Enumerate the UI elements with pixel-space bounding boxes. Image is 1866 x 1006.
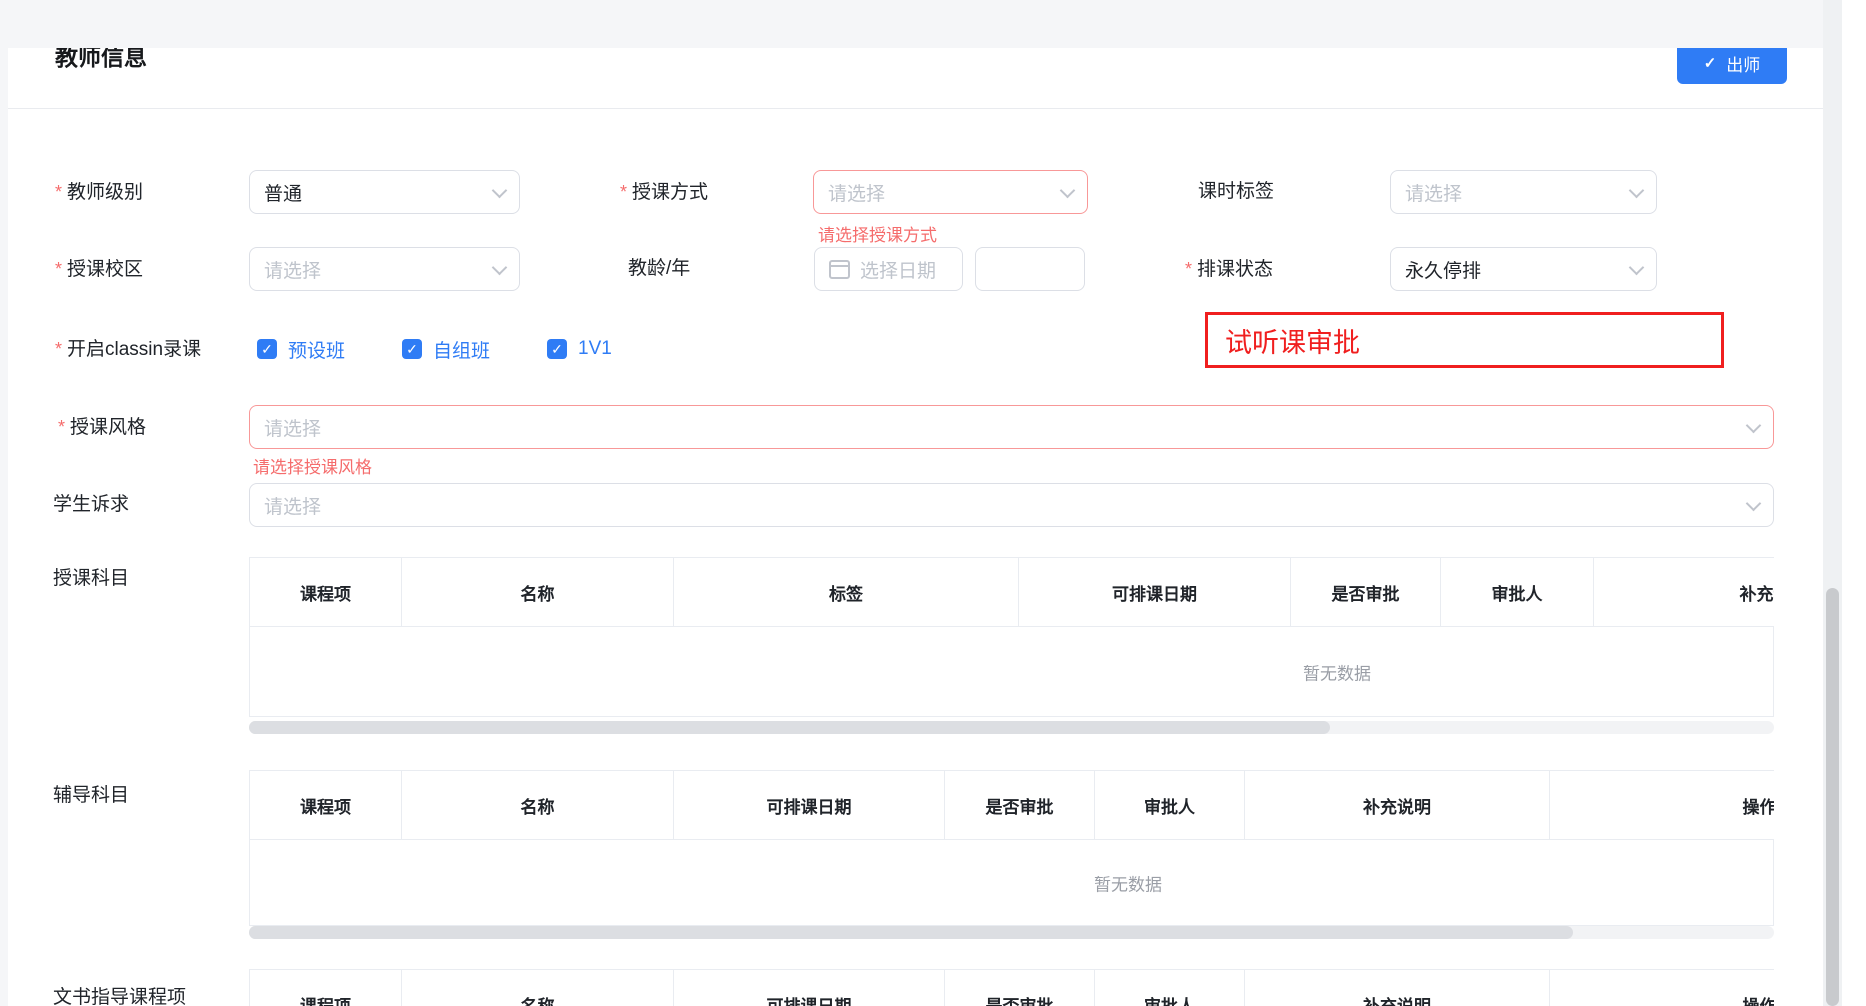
column-header: 审批人 [1095, 970, 1245, 1006]
column-header: 补充说明 [1245, 771, 1550, 839]
writing-guidance-table: 课程项 名称 可排课日期 是否审批 审批人 补充说明 操作 [249, 969, 1774, 1006]
horizontal-scrollbar[interactable] [249, 721, 1774, 734]
required-asterisk: * [55, 182, 62, 202]
column-header: 是否审批 [945, 771, 1095, 839]
writing-guidance-label: 文书指导课程项 [53, 982, 186, 1006]
empty-placeholder: 暂无数据 [1094, 870, 1162, 895]
column-header: 补充说明 [1594, 558, 1774, 626]
table-body: 暂无数据 [249, 840, 1774, 926]
teacher-level-label: *教师级别 [55, 170, 143, 214]
campus-label: *授课校区 [55, 247, 143, 291]
teaching-subjects-table: 课程项 名称 标签 可排课日期 是否审批 审批人 补充说明 暂无数据 [249, 557, 1774, 717]
teacher-level-value: 普通 [264, 179, 302, 206]
hour-tag-label: 课时标签 [1198, 170, 1274, 214]
checkbox-preset-class[interactable]: ✓ 预设班 [257, 337, 345, 361]
tutoring-subjects-label: 辅导科目 [53, 780, 129, 807]
empty-placeholder: 暂无数据 [1303, 659, 1371, 684]
calendar-icon [829, 260, 850, 279]
hour-tag-placeholder: 请选择 [1405, 179, 1462, 206]
table-header-row: 课程项 名称 可排课日期 是否审批 审批人 补充说明 操作 [249, 969, 1774, 1006]
schedule-status-value: 永久停排 [1405, 256, 1481, 283]
teaching-subjects-label: 授课科目 [53, 563, 129, 590]
scrollbar-thumb[interactable] [249, 721, 1330, 734]
hour-tag-select[interactable]: 请选择 [1390, 170, 1657, 214]
checkbox-checked-icon: ✓ [402, 339, 422, 359]
checkbox-label: 预设班 [288, 336, 345, 363]
teaching-style-label: *授课风格 [58, 405, 146, 449]
scrollbar-thumb[interactable] [249, 926, 1573, 939]
column-header: 可排课日期 [674, 970, 945, 1006]
column-header: 名称 [402, 558, 674, 626]
chevron-down-icon [1746, 495, 1762, 511]
checkbox-label: 1V1 [578, 338, 612, 360]
teaching-age-label: 教龄/年 [628, 247, 690, 291]
checkbox-self-class[interactable]: ✓ 自组班 [402, 337, 490, 361]
column-header: 是否审批 [945, 970, 1095, 1006]
column-header: 补充说明 [1245, 970, 1550, 1006]
page-title: 教师信息 [55, 48, 147, 72]
teaching-style-error: 请选择授课风格 [253, 453, 372, 478]
checkbox-checked-icon: ✓ [547, 339, 567, 359]
teaching-age-value-input[interactable] [975, 247, 1085, 291]
tutoring-subjects-table: 课程项 名称 可排课日期 是否审批 审批人 补充说明 操作 暂无数据 [249, 770, 1774, 926]
horizontal-scrollbar[interactable] [249, 926, 1774, 939]
schedule-status-label: *排课状态 [1185, 247, 1273, 291]
table-body: 暂无数据 [249, 627, 1774, 717]
column-header: 审批人 [1095, 771, 1245, 839]
chevron-down-icon [1629, 182, 1645, 198]
column-header: 课程项 [250, 970, 402, 1006]
teaching-age-date-placeholder: 选择日期 [860, 256, 936, 283]
graduate-teacher-button[interactable]: ✓ 出师 [1677, 48, 1787, 84]
required-asterisk: * [55, 259, 62, 279]
right-gutter [1842, 0, 1866, 1006]
required-asterisk: * [55, 339, 62, 359]
teaching-style-placeholder: 请选择 [264, 414, 321, 441]
campus-select[interactable]: 请选择 [249, 247, 520, 291]
teaching-mode-placeholder: 请选择 [828, 179, 885, 206]
chevron-down-icon [492, 182, 508, 198]
teaching-age-date-input[interactable]: 选择日期 [814, 247, 963, 291]
chevron-down-icon [1746, 417, 1762, 433]
chevron-down-icon [492, 259, 508, 275]
column-header: 名称 [402, 970, 674, 1006]
teaching-style-select[interactable]: 请选择 [249, 405, 1774, 449]
column-header: 操作 [1550, 970, 1774, 1006]
column-header: 可排课日期 [1019, 558, 1291, 626]
column-header: 标签 [674, 558, 1019, 626]
card-header: 教师信息 ✓ 出师 [8, 48, 1823, 100]
column-header: 可排课日期 [674, 771, 945, 839]
graduate-teacher-button-label: 出师 [1726, 51, 1760, 76]
column-header: 课程项 [250, 771, 402, 839]
classin-record-label: *开启classin录课 [55, 337, 201, 361]
schedule-status-select[interactable]: 永久停排 [1390, 247, 1657, 291]
teacher-info-page: 教师信息 ✓ 出师 *教师级别 普通 *授课方式 请选择 请选择授课方式 课时标… [0, 0, 1866, 1006]
header-divider [8, 108, 1823, 109]
teaching-mode-error: 请选择授课方式 [818, 221, 937, 246]
audition-approval-annotation: 试听课审批 [1205, 312, 1724, 368]
teacher-level-select[interactable]: 普通 [249, 170, 520, 214]
teaching-mode-select[interactable]: 请选择 [813, 170, 1088, 214]
student-demand-label: 学生诉求 [53, 483, 129, 527]
table-header-row: 课程项 名称 可排课日期 是否审批 审批人 补充说明 操作 [249, 770, 1774, 840]
vertical-scrollbar-thumb[interactable] [1826, 588, 1839, 1006]
column-header: 审批人 [1441, 558, 1594, 626]
table-header-row: 课程项 名称 标签 可排课日期 是否审批 审批人 补充说明 [249, 557, 1774, 627]
checkbox-1v1[interactable]: ✓ 1V1 [547, 337, 612, 361]
student-demand-select[interactable]: 请选择 [249, 483, 1774, 527]
required-asterisk: * [1185, 259, 1192, 279]
column-header: 名称 [402, 771, 674, 839]
required-asterisk: * [58, 417, 65, 437]
teaching-mode-label: *授课方式 [620, 170, 708, 214]
column-header: 课程项 [250, 558, 402, 626]
check-icon: ✓ [1704, 54, 1717, 72]
required-asterisk: * [620, 182, 627, 202]
student-demand-placeholder: 请选择 [264, 492, 321, 519]
column-header: 是否审批 [1291, 558, 1441, 626]
checkbox-label: 自组班 [433, 336, 490, 363]
campus-placeholder: 请选择 [264, 256, 321, 283]
chevron-down-icon [1060, 182, 1076, 198]
checkbox-checked-icon: ✓ [257, 339, 277, 359]
column-header: 操作 [1550, 771, 1774, 839]
chevron-down-icon [1629, 259, 1645, 275]
